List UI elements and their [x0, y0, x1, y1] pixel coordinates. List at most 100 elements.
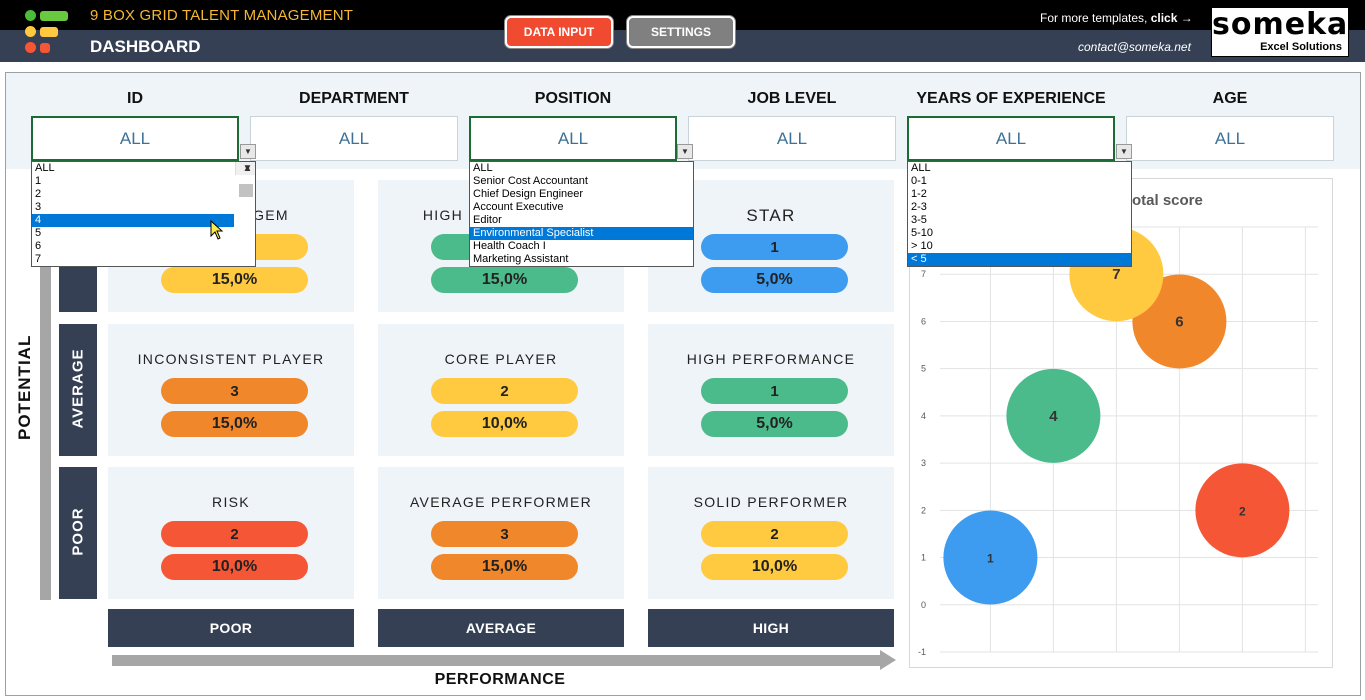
chart-ytick-label: 5	[921, 364, 926, 374]
more-templates-link[interactable]: For more templates, click →	[1040, 11, 1193, 25]
experience-option[interactable]: ALL	[908, 162, 1131, 175]
filter-id-select[interactable]: ALL	[31, 116, 239, 161]
chart-bubble-2[interactable]: 2	[1195, 463, 1289, 557]
potential-axis-label: POTENTIAL	[15, 340, 35, 440]
id-dropdown-scrollbar[interactable]: ▲ ▼	[235, 162, 255, 175]
cell-core-player: CORE PLAYER 2 10,0%	[378, 324, 624, 456]
app-header: 9 BOX GRID TALENT MANAGEMENT DASHBOARD D…	[0, 0, 1365, 62]
chart-bubble-4[interactable]: 4	[1006, 369, 1100, 463]
more-templates-click[interactable]: click →	[1151, 11, 1193, 25]
filter-job-level-select[interactable]: ALL	[688, 116, 896, 161]
chart-bubble-label: 2	[1239, 504, 1246, 518]
filter-department-select[interactable]: ALL	[250, 116, 458, 161]
id-option[interactable]: 7	[32, 253, 234, 266]
brand-subtitle: Excel Solutions	[1212, 41, 1342, 53]
potential-axis: POTENTIAL	[10, 340, 40, 440]
chart-bubble-1[interactable]: 1	[943, 511, 1037, 605]
brand-logo[interactable]: someka Excel Solutions	[1211, 7, 1349, 57]
row-label-poor-text: POOR	[70, 473, 87, 591]
experience-option[interactable]: 3-5	[908, 214, 1131, 227]
id-dropdown-arrow-icon[interactable]: ▼	[240, 144, 256, 159]
experience-option[interactable]: 1-2	[908, 188, 1131, 201]
cell-title: SOLID PERFORMER	[648, 494, 894, 510]
id-option[interactable]: 5	[32, 227, 234, 240]
cell-count: 3	[161, 378, 308, 404]
position-dropdown-list[interactable]: ALLSenior Cost AccountantChief Design En…	[469, 161, 694, 267]
cell-title: HIGH PERFORMANCE	[648, 351, 894, 367]
chart-ytick-label: 4	[921, 411, 926, 421]
cell-risk: RISK 2 10,0%	[108, 467, 354, 599]
chart-ytick-label: 3	[921, 458, 926, 468]
cell-percent: 5,0%	[701, 411, 848, 437]
mouse-cursor-icon	[210, 220, 224, 240]
filter-age-select[interactable]: ALL	[1126, 116, 1334, 161]
position-dropdown-arrow-icon[interactable]: ▼	[677, 144, 693, 159]
position-option[interactable]: Editor	[470, 214, 693, 227]
contact-email[interactable]: contact@someka.net	[1078, 40, 1191, 54]
filter-label-experience: YEARS OF EXPERIENCE	[907, 90, 1115, 108]
cell-title: AVERAGE PERFORMER	[378, 494, 624, 510]
id-option[interactable]: 6	[32, 240, 234, 253]
position-option[interactable]: Environmental Specialist	[470, 227, 693, 240]
position-option[interactable]: Account Executive	[470, 201, 693, 214]
position-option[interactable]: Senior Cost Accountant	[470, 175, 693, 188]
chart-ytick-label: 0	[921, 600, 926, 610]
id-option[interactable]: 3	[32, 201, 234, 214]
id-dropdown-list[interactable]: ALL1234567 ▲ ▼	[31, 161, 256, 267]
experience-dropdown-items: ALL0-11-22-33-55-10> 10< 5	[908, 162, 1131, 266]
chart-bubble-label: 4	[1049, 408, 1058, 425]
cell-count: 2	[701, 521, 848, 547]
performance-axis-label: PERFORMANCE	[400, 671, 600, 689]
chart-bubble-label: 6	[1175, 313, 1183, 330]
position-option[interactable]: Marketing Assistant	[470, 253, 693, 266]
scroll-thumb[interactable]	[239, 184, 253, 197]
filter-label-age: AGE	[1126, 90, 1334, 108]
id-option[interactable]: 4	[32, 214, 234, 227]
filter-position-select[interactable]: ALL	[469, 116, 677, 161]
experience-option[interactable]: < 5	[908, 253, 1131, 266]
cell-percent: 15,0%	[161, 411, 308, 437]
chart-ytick-label: 2	[921, 505, 926, 515]
settings-button[interactable]: SETTINGS	[627, 16, 735, 48]
chart-title: total score	[1127, 192, 1203, 209]
scroll-down-icon[interactable]: ▼	[236, 162, 256, 175]
cell-percent: 10,0%	[701, 554, 848, 580]
position-option[interactable]: Health Coach I	[470, 240, 693, 253]
filter-label-job-level: JOB LEVEL	[688, 90, 896, 108]
cell-percent: 10,0%	[161, 554, 308, 580]
position-dropdown-items: ALLSenior Cost AccountantChief Design En…	[470, 162, 693, 266]
filter-label-id: ID	[31, 90, 239, 108]
experience-option[interactable]: 2-3	[908, 201, 1131, 214]
cell-percent: 15,0%	[161, 267, 308, 293]
experience-option[interactable]: > 10	[908, 240, 1131, 253]
cell-percent: 10,0%	[431, 411, 578, 437]
col-label-poor: POOR	[108, 609, 354, 647]
row-label-average-text: AVERAGE	[70, 330, 87, 448]
experience-option[interactable]: 5-10	[908, 227, 1131, 240]
experience-option[interactable]: 0-1	[908, 175, 1131, 188]
cell-count: 1	[701, 378, 848, 404]
id-dropdown-items: ALL1234567	[32, 162, 255, 266]
cell-count: 1	[701, 234, 848, 260]
filter-label-department: DEPARTMENT	[250, 90, 458, 108]
cell-solid-performer: SOLID PERFORMER 2 10,0%	[648, 467, 894, 599]
cell-title: INCONSISTENT PLAYER	[108, 351, 354, 367]
app-title: 9 BOX GRID TALENT MANAGEMENT	[90, 7, 353, 24]
id-option[interactable]: ALL	[32, 162, 234, 175]
row-label-average: AVERAGE	[59, 324, 97, 456]
id-option[interactable]: 2	[32, 188, 234, 201]
chart-ytick-label: -1	[918, 647, 926, 657]
cell-percent: 15,0%	[431, 554, 578, 580]
app-logo-icon	[20, 6, 70, 56]
chart-ytick-label: 1	[921, 553, 926, 563]
chart-ytick-label: 6	[921, 316, 926, 326]
id-option[interactable]: 1	[32, 175, 234, 188]
filter-experience-select[interactable]: ALL	[907, 116, 1115, 161]
page-title: DASHBOARD	[90, 37, 201, 57]
experience-dropdown-arrow-icon[interactable]: ▼	[1116, 144, 1132, 159]
experience-dropdown-list[interactable]: ALL0-11-22-33-55-10> 10< 5	[907, 161, 1132, 267]
position-option[interactable]: ALL	[470, 162, 693, 175]
position-option[interactable]: Chief Design Engineer	[470, 188, 693, 201]
chart-ytick-label: 7	[921, 269, 926, 279]
data-input-button[interactable]: DATA INPUT	[505, 16, 613, 48]
